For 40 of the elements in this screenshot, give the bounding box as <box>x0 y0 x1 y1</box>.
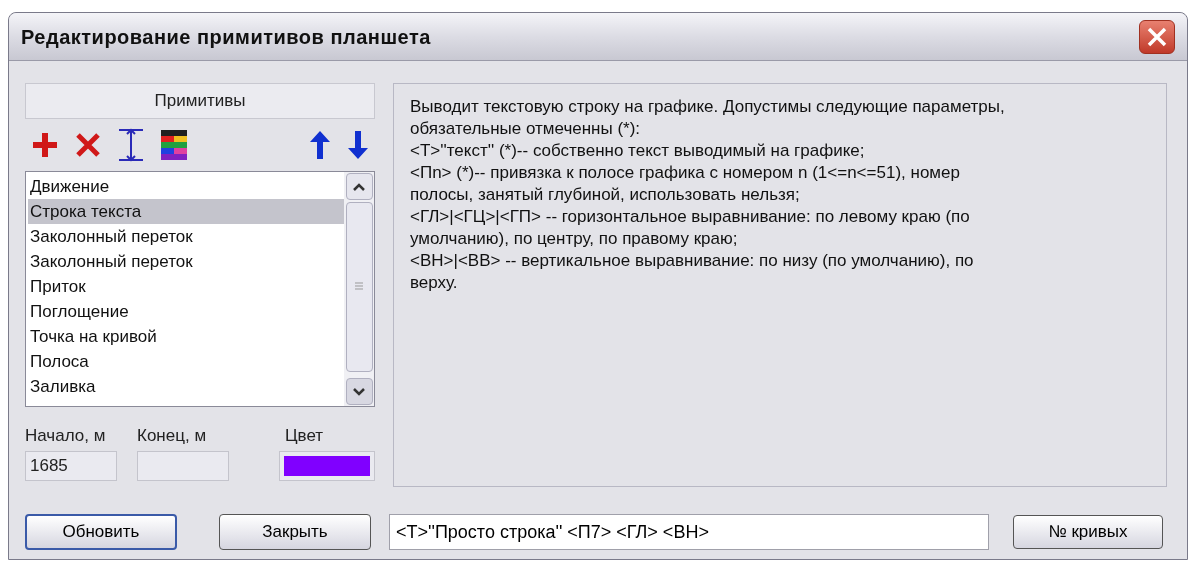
close-icon <box>1146 25 1168 48</box>
delete-icon[interactable] <box>75 132 101 158</box>
list-item[interactable]: Точка на кривой <box>28 324 344 349</box>
list-item[interactable]: Приток <box>28 274 344 299</box>
add-icon[interactable] <box>31 131 59 159</box>
list-item[interactable]: Заливка <box>28 374 344 399</box>
close-button[interactable] <box>1139 19 1175 54</box>
refresh-button[interactable]: Обновить <box>25 514 177 550</box>
list-item[interactable]: Строка текста <box>28 199 344 224</box>
field-label: Конец, м <box>137 425 208 447</box>
section-header: Примитивы <box>25 83 375 119</box>
description-text: <ГЛ>|<ГЦ>|<ГП> -- горизонтальное выравнивание: по левому краю (по умолчанию), по центру, по правому краю; <box>410 206 971 250</box>
chevron-up-icon <box>353 182 365 191</box>
list-item[interactable]: Заколонный переток <box>28 249 344 274</box>
move-up-icon[interactable] <box>309 130 331 160</box>
description-text: <Т>''текст'' (*)-- собственно текст выводимый на графике; <box>410 140 866 162</box>
curves-button[interactable]: № кривых <box>1013 515 1163 549</box>
description-text: <ВН>|<ВВ> -- вертикальное выравнивание: по низу (по умолчанию), по верху. <box>410 250 975 294</box>
move-down-icon[interactable] <box>347 130 369 160</box>
text-cursor-icon[interactable] <box>117 128 145 162</box>
end-field[interactable] <box>137 450 229 481</box>
description-text: Выводит текстовую строку на графике. Допустимы следующие параметры, обязательные отмеченны (*): <box>410 96 1006 140</box>
description-text: <Пn> (*)-- привязка к полосе графика с номером n (1<=n<=51), номер полосы, занятый глубиной, использовать нельзя; <box>410 162 961 206</box>
list-item[interactable]: Поглощение <box>28 299 344 324</box>
list-item[interactable]: Движение <box>28 174 344 199</box>
field-label: Цвет <box>285 425 325 447</box>
scroll-thumb[interactable] <box>345 202 373 372</box>
field-label: Начало, м <box>25 425 107 447</box>
list-item[interactable]: Заколонный переток <box>28 224 344 249</box>
command-field[interactable]: <Т>''Просто строка'' <П7> <ГЛ> <ВН> <box>389 514 989 550</box>
window-title: Редактирование примитивов планшета <box>21 24 431 50</box>
palette-icon[interactable] <box>161 130 187 160</box>
close-button[interactable]: Закрыть <box>219 514 371 550</box>
scrollbar[interactable] <box>344 172 374 406</box>
list-item[interactable]: Полоса <box>28 349 344 374</box>
scroll-up-button[interactable] <box>345 173 373 200</box>
start-field[interactable]: 1685 <box>25 450 117 481</box>
grip-icon <box>354 282 364 292</box>
chevron-down-icon <box>353 387 365 396</box>
scroll-down-button[interactable] <box>345 378 373 405</box>
